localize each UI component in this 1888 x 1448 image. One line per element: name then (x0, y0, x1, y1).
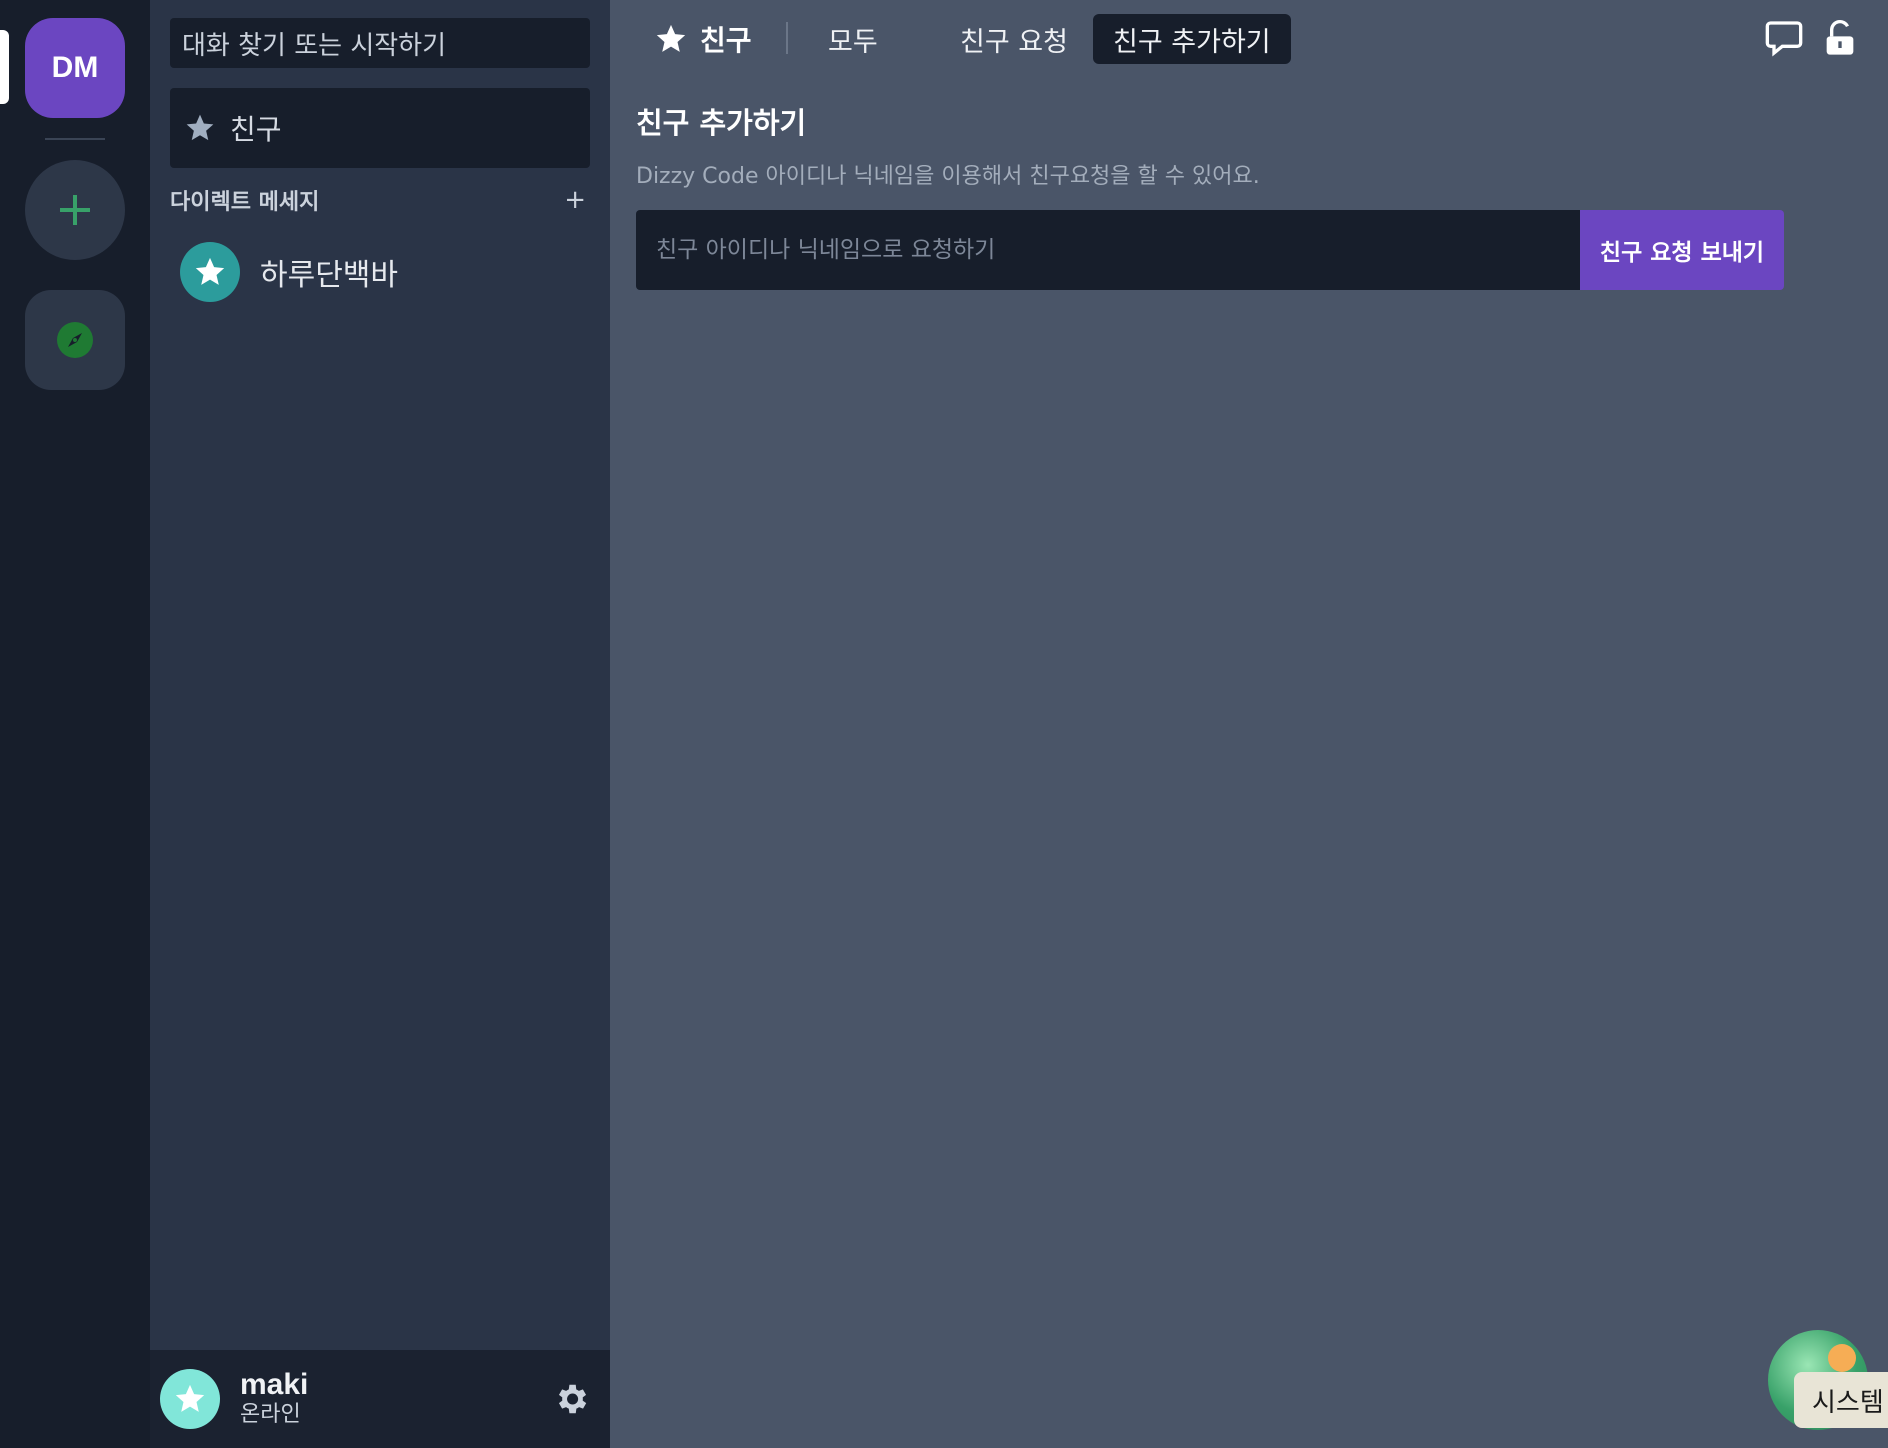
dm-list-item[interactable]: 하루단백바 (180, 242, 398, 302)
star-icon (186, 114, 214, 141)
add-friend-form: 친구 요청 보내기 (636, 210, 1784, 290)
user-status: 온라인 (240, 1402, 301, 1427)
friends-home-title: 친구 (654, 14, 752, 64)
dm-home-label: DM (51, 51, 99, 84)
star-icon (175, 1384, 205, 1412)
tab-friend-requests[interactable]: 친구 요청 (940, 14, 1088, 64)
sidebar-item-label: 친구 (230, 113, 282, 146)
avatar (180, 242, 240, 302)
conversation-search-input[interactable]: 대화 찾기 또는 시작하기 (170, 18, 590, 68)
compass-icon (57, 322, 93, 358)
add-server-button[interactable] (25, 160, 125, 260)
rail-divider (45, 138, 105, 140)
selected-indicator (0, 30, 9, 104)
dm-home-button[interactable]: DM (25, 18, 125, 118)
star-icon (656, 24, 686, 52)
dm-sidebar: 대화 찾기 또는 시작하기 친구 다이렉트 메세지 + 하루단백바 maki 온… (150, 0, 610, 1448)
star-icon (195, 257, 225, 285)
plus-icon (60, 195, 90, 225)
dm-name: 하루단백바 (260, 258, 398, 293)
page-description: Dizzy Code 아이디나 닉네임을 이용해서 친구요청을 할 수 있어요. (636, 164, 1260, 189)
send-friend-request-button[interactable]: 친구 요청 보내기 (1580, 210, 1784, 290)
user-panel: maki 온라인 (150, 1350, 610, 1448)
dm-section-header: 다이렉트 메세지 + (170, 184, 590, 216)
tab-add-friend[interactable]: 친구 추가하기 (1093, 14, 1291, 64)
system-tooltip: 시스템 (1794, 1372, 1888, 1428)
friend-id-input[interactable] (636, 210, 1580, 290)
user-info: maki 온라인 (240, 1369, 308, 1429)
sidebar-item-friends[interactable]: 친구 (170, 88, 590, 168)
page-title: 친구 추가하기 (636, 106, 807, 140)
sun-icon (1828, 1344, 1856, 1372)
dm-section-title: 다이렉트 메세지 (170, 190, 320, 215)
new-dm-plus-button[interactable]: + (564, 185, 590, 215)
server-rail: DM (0, 0, 150, 1448)
tab-divider (786, 22, 788, 54)
main-panel: 친구 모두 친구 요청 친구 추가하기 친구 추가하기 Dizzy Code 아… (610, 0, 1888, 1448)
friends-home-label: 친구 (700, 24, 752, 57)
tab-all[interactable]: 모두 (808, 14, 898, 64)
search-placeholder: 대화 찾기 또는 시작하기 (182, 30, 446, 61)
explore-servers-button[interactable] (25, 290, 125, 390)
gear-icon[interactable] (552, 1380, 590, 1418)
user-name: maki (240, 1368, 309, 1401)
system-tooltip-label: 시스템 (1812, 1387, 1884, 1418)
top-bar: 친구 모두 친구 요청 친구 추가하기 (610, 0, 1888, 76)
chat-bubble-icon[interactable] (1764, 18, 1804, 58)
lock-icon[interactable] (1820, 18, 1860, 58)
user-avatar[interactable] (160, 1369, 220, 1429)
